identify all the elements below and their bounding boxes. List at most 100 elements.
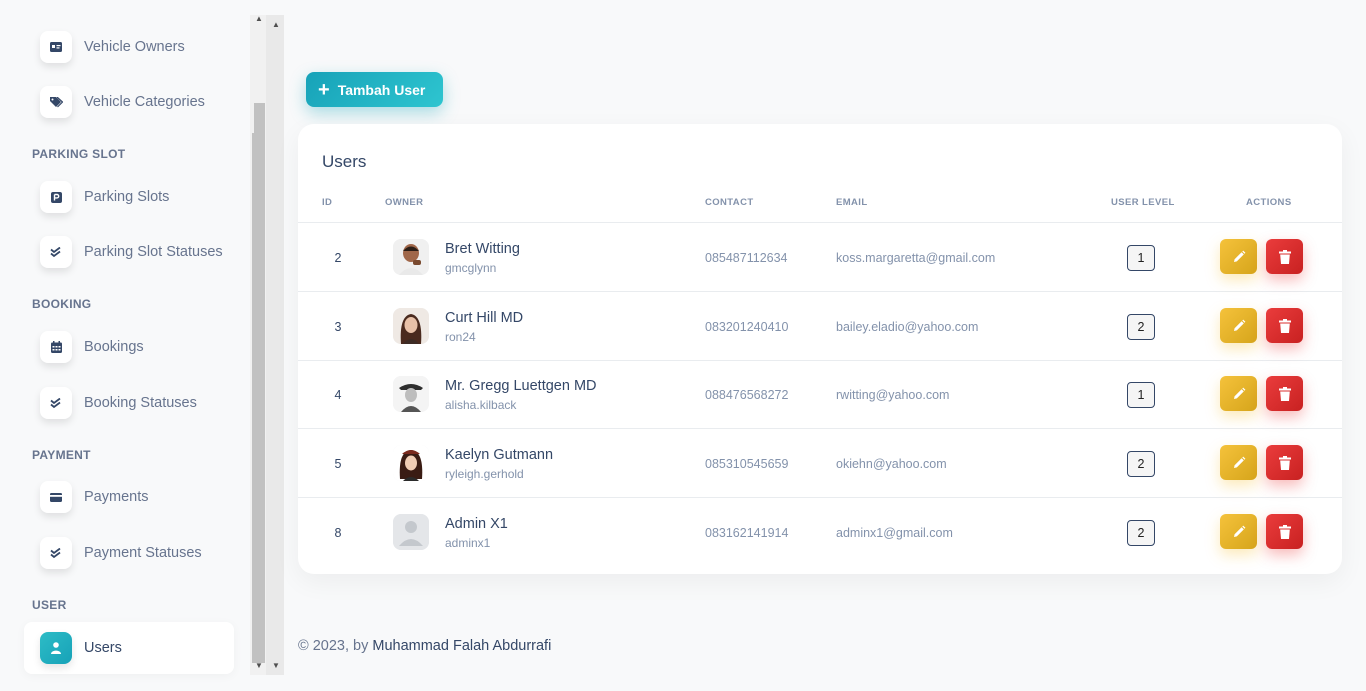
check-double-icon bbox=[40, 236, 72, 268]
sidebar-item-vehicle-owners[interactable]: Vehicle Owners bbox=[24, 21, 234, 73]
footer-author-link[interactable]: Muhammad Falah Abdurrafi bbox=[372, 638, 551, 654]
sidebar-item-label: Payments bbox=[84, 489, 149, 505]
owner-name: Bret Witting bbox=[445, 241, 520, 257]
owner-name: Admin X1 bbox=[445, 516, 508, 532]
owner-username: gmcglynn bbox=[445, 261, 497, 275]
scroll-up-arrow-icon[interactable]: ▲ bbox=[272, 21, 280, 29]
email-value: bailey.eladio@yahoo.com bbox=[836, 319, 979, 334]
edit-button[interactable] bbox=[1220, 376, 1257, 411]
edit-button[interactable] bbox=[1220, 308, 1257, 343]
footer-copyright: © 2023, by bbox=[298, 638, 373, 654]
sidebar-item-payments[interactable]: Payments bbox=[24, 471, 234, 523]
edit-button[interactable] bbox=[1220, 239, 1257, 274]
section-title-parking-slot: PARKING SLOT bbox=[32, 147, 126, 161]
sidebar-item-payment-statuses[interactable]: Payment Statuses bbox=[24, 527, 234, 579]
trash-icon bbox=[1278, 455, 1291, 470]
sidebar-item-label: Bookings bbox=[84, 339, 144, 355]
scrollbar-thumb-secondary[interactable] bbox=[254, 103, 265, 663]
sidebar: Vehicle Owners Vehicle Categories PARKIN… bbox=[0, 0, 250, 691]
section-title-payment: PAYMENT bbox=[32, 448, 91, 462]
sidebar-item-label: Parking Slots bbox=[84, 189, 170, 205]
delete-button[interactable] bbox=[1266, 239, 1303, 274]
sidebar-item-label: Users bbox=[84, 640, 122, 656]
parking-icon bbox=[40, 181, 72, 213]
scroll-down-arrow-icon[interactable]: ▼ bbox=[272, 662, 280, 670]
footer: © 2023, by Muhammad Falah Abdurrafi bbox=[298, 638, 551, 654]
column-header-contact: CONTACT bbox=[705, 197, 754, 208]
section-title-booking: BOOKING bbox=[32, 297, 92, 311]
edit-button[interactable] bbox=[1220, 445, 1257, 480]
scroll-up-arrow-icon[interactable]: ▲ bbox=[255, 15, 263, 23]
row-id: 5 bbox=[334, 456, 342, 471]
sidebar-item-label: Parking Slot Statuses bbox=[84, 244, 223, 260]
user-level-badge: 2 bbox=[1127, 314, 1155, 340]
email-value: okiehn@yahoo.com bbox=[836, 456, 947, 471]
delete-button[interactable] bbox=[1266, 445, 1303, 480]
email-value: rwitting@yahoo.com bbox=[836, 387, 950, 402]
table-row: 3 Curt Hill MD ron24 083201240410 bailey… bbox=[298, 292, 1342, 361]
contact-value: 083162141914 bbox=[705, 525, 789, 540]
pencil-icon bbox=[1233, 387, 1245, 399]
user-level-badge: 2 bbox=[1127, 451, 1155, 477]
sidebar-item-parking-slot-statuses[interactable]: Parking Slot Statuses bbox=[24, 226, 234, 278]
section-title-user: USER bbox=[32, 598, 67, 612]
row-id: 8 bbox=[334, 525, 342, 540]
user-level-badge: 2 bbox=[1127, 520, 1155, 546]
edit-button[interactable] bbox=[1220, 514, 1257, 549]
pencil-icon bbox=[1233, 250, 1245, 262]
user-level-badge: 1 bbox=[1127, 245, 1155, 271]
contact-value: 085487112634 bbox=[705, 250, 788, 265]
user-icon bbox=[40, 632, 72, 664]
owner-name: Kaelyn Gutmann bbox=[445, 447, 554, 463]
owner-username: ryleigh.gerhold bbox=[445, 467, 524, 481]
row-id: 3 bbox=[334, 319, 342, 334]
table-row: 8 Admin X1 adminx1 083162141914 adminx1@… bbox=[298, 498, 1342, 567]
table-row: 4 Mr. Gregg Luettgen MD alisha.kilback 0… bbox=[298, 360, 1342, 429]
add-user-button[interactable]: + Tambah User bbox=[306, 72, 443, 107]
row-id: 2 bbox=[334, 250, 342, 265]
column-header-email: EMAIL bbox=[836, 197, 868, 208]
owner-username: alisha.kilback bbox=[445, 398, 517, 412]
users-card: Users ID OWNER CONTACT EMAIL USER LEVEL … bbox=[298, 124, 1342, 574]
id-card-icon bbox=[40, 31, 72, 63]
add-user-label: Tambah User bbox=[337, 81, 426, 98]
avatar bbox=[393, 308, 429, 344]
contact-value: 085310545659 bbox=[705, 456, 789, 471]
table-row: 2 Bret Witting gmcglynn 085487112634 kos… bbox=[298, 223, 1342, 292]
avatar bbox=[393, 376, 429, 412]
calendar-icon bbox=[40, 331, 72, 363]
delete-button[interactable] bbox=[1266, 308, 1303, 343]
sidebar-item-label: Vehicle Owners bbox=[84, 39, 185, 55]
contact-value: 083201240410 bbox=[705, 319, 789, 334]
column-header-owner: OWNER bbox=[385, 197, 424, 208]
user-level-badge: 1 bbox=[1127, 382, 1155, 408]
sidebar-item-label: Booking Statuses bbox=[84, 395, 197, 411]
trash-icon bbox=[1278, 318, 1291, 333]
credit-card-icon bbox=[40, 481, 72, 513]
email-value: koss.margaretta@gmail.com bbox=[836, 250, 996, 265]
pencil-icon bbox=[1233, 319, 1245, 331]
tags-icon bbox=[40, 86, 72, 118]
check-double-icon bbox=[40, 537, 72, 569]
sidebar-item-parking-slots[interactable]: Parking Slots bbox=[24, 171, 234, 223]
avatar bbox=[393, 239, 429, 275]
column-header-user-level: USER LEVEL bbox=[1111, 197, 1175, 208]
owner-name: Mr. Gregg Luettgen MD bbox=[445, 378, 597, 394]
check-double-icon bbox=[40, 387, 72, 419]
sidebar-item-label: Payment Statuses bbox=[84, 545, 202, 561]
sidebar-item-bookings[interactable]: Bookings bbox=[24, 321, 234, 373]
pencil-icon bbox=[1233, 456, 1245, 468]
sidebar-item-vehicle-categories[interactable]: Vehicle Categories bbox=[24, 76, 234, 128]
column-header-id: ID bbox=[322, 197, 333, 208]
delete-button[interactable] bbox=[1266, 376, 1303, 411]
trash-icon bbox=[1278, 524, 1291, 539]
owner-username: adminx1 bbox=[445, 536, 491, 550]
sidebar-scrollbar[interactable]: ▲ ▲ ▼ ▼ bbox=[250, 15, 284, 675]
sidebar-item-users[interactable]: Users bbox=[24, 622, 234, 674]
delete-button[interactable] bbox=[1266, 514, 1303, 549]
sidebar-item-booking-statuses[interactable]: Booking Statuses bbox=[24, 377, 234, 429]
scroll-down-arrow-icon[interactable]: ▼ bbox=[255, 662, 263, 670]
avatar bbox=[393, 514, 429, 550]
row-id: 4 bbox=[334, 387, 342, 402]
trash-icon bbox=[1278, 249, 1291, 264]
